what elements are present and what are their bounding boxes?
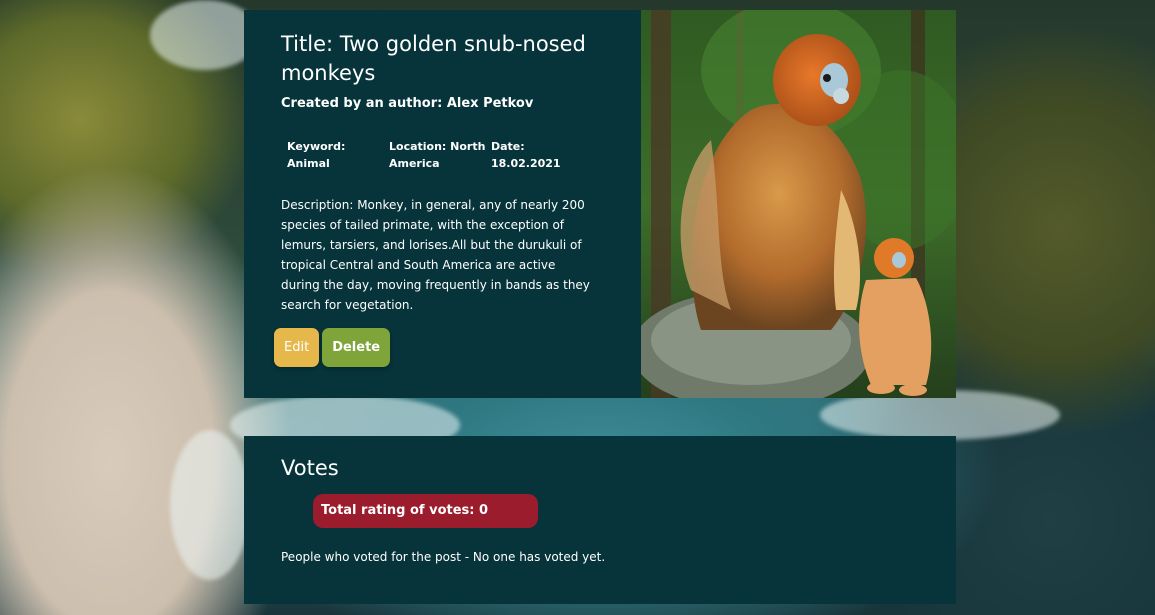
- meta-keyword: Keyword: Animal: [287, 138, 389, 172]
- post-author: Created by an author: Alex Petkov: [281, 96, 534, 111]
- meta-location-label: Location: North: [389, 140, 486, 153]
- meta-keyword-label: Keyword:: [287, 140, 346, 153]
- post-title: Title: Two golden snub-nosed monkeys: [281, 32, 586, 85]
- meta-date-label: Date:: [491, 140, 525, 153]
- voters-text: People who voted for the post - No one h…: [281, 550, 606, 564]
- delete-button[interactable]: Delete: [322, 328, 391, 367]
- votes-card: Votes Total rating of votes: 0 People wh…: [244, 436, 956, 604]
- meta-date-value: 18.02.2021: [491, 157, 561, 170]
- monkeys-illustration: [641, 10, 956, 398]
- post-description: Description: Monkey, in general, any of …: [281, 198, 590, 312]
- post-actions: Edit Delete: [274, 328, 391, 367]
- post-meta: Keyword: Animal Location: North America …: [287, 138, 641, 172]
- post-detail-card: Title: Two golden snub-nosed monkeys Cre…: [244, 10, 956, 398]
- post-info: Title: Two golden snub-nosed monkeys Cre…: [244, 10, 641, 398]
- meta-date: Date: 18.02.2021: [491, 138, 593, 172]
- post-image: [641, 10, 956, 398]
- edit-button[interactable]: Edit: [274, 328, 320, 367]
- meta-keyword-value: Animal: [287, 157, 330, 170]
- votes-title: Votes: [281, 456, 339, 480]
- meta-location-value: America: [389, 157, 440, 170]
- meta-location: Location: North America: [389, 138, 491, 172]
- total-rating-badge: Total rating of votes: 0: [313, 494, 538, 528]
